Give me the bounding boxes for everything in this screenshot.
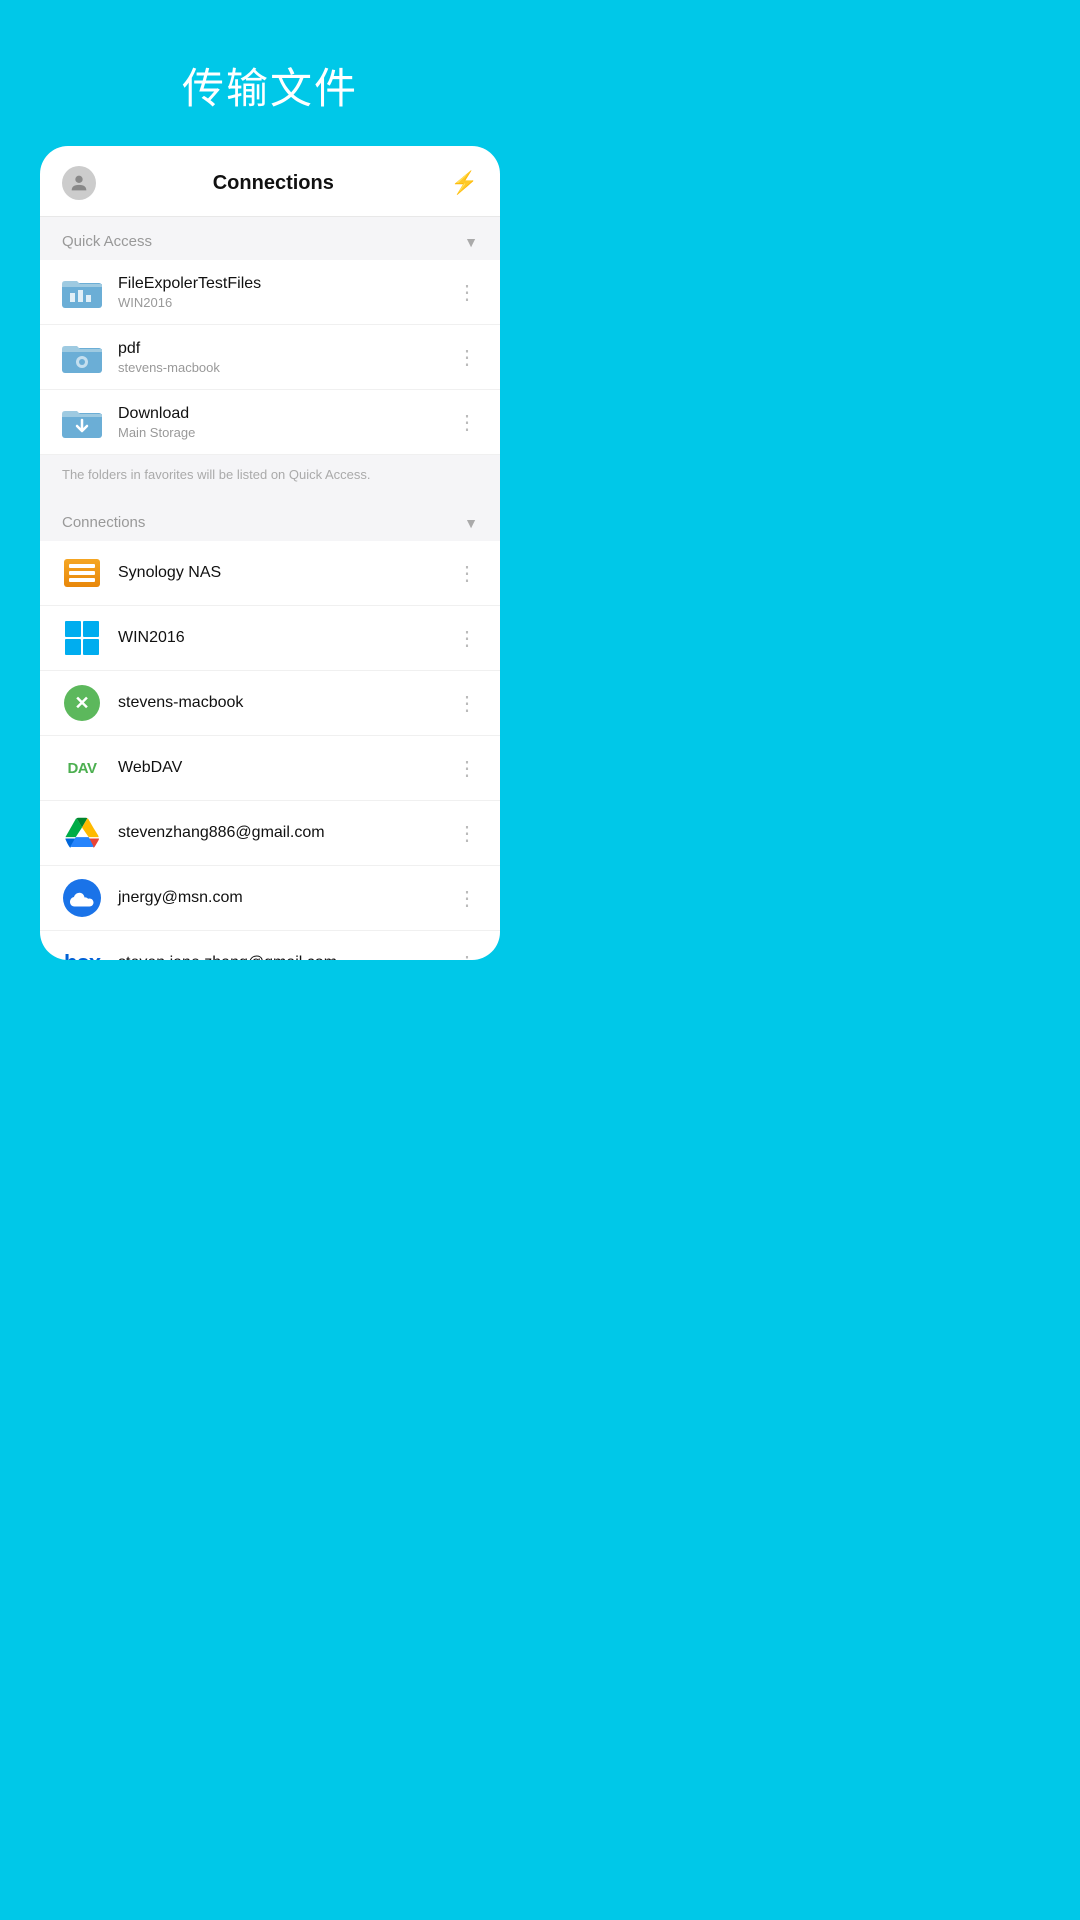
quick-access-item-0-sub: WIN2016	[118, 295, 449, 310]
avatar-icon[interactable]	[62, 166, 96, 200]
main-card: Connections ⚡ Quick Access ▼ FileExpoler…	[40, 146, 500, 960]
quick-access-item-2-sub: Main Storage	[118, 425, 449, 440]
connection-item-4-name: stevenzhang886@gmail.com	[118, 824, 449, 842]
quick-access-item-1-more[interactable]: ⋮	[449, 345, 478, 370]
quick-access-label: Quick Access	[62, 233, 152, 250]
quick-access-hint: The folders in favorites will be listed …	[40, 455, 500, 498]
connections-label: Connections	[62, 514, 145, 531]
connection-item-6-more[interactable]: ⋮	[449, 951, 478, 961]
lightning-icon[interactable]: ⚡	[451, 170, 478, 196]
connection-item-1-name: WIN2016	[118, 629, 449, 647]
box-icon: box	[62, 943, 102, 960]
connection-item-2-text: stevens-macbook	[118, 694, 449, 712]
connection-item-3-text: WebDAV	[118, 759, 449, 777]
connection-item-1-text: WIN2016	[118, 629, 449, 647]
quick-access-item-0-text: FileExpolerTestFiles WIN2016	[118, 275, 449, 310]
quick-access-item-1-name: pdf	[118, 340, 449, 358]
windows-icon	[62, 618, 102, 658]
connection-item-3-name: WebDAV	[118, 759, 449, 777]
mac-icon: ✕	[62, 683, 102, 723]
connection-item-5-more[interactable]: ⋮	[449, 886, 478, 911]
connection-item-0-text: Synology NAS	[118, 564, 449, 582]
connection-item-2-more[interactable]: ⋮	[449, 691, 478, 716]
connection-item-0[interactable]: Synology NAS ⋮	[40, 541, 500, 606]
connection-item-2-name: stevens-macbook	[118, 694, 449, 712]
connection-item-4-text: stevenzhang886@gmail.com	[118, 824, 449, 842]
connection-item-5-name: jnergy@msn.com	[118, 889, 449, 907]
header-title: Connections	[213, 172, 334, 195]
gdrive-icon	[62, 813, 102, 853]
connection-item-5-text: jnergy@msn.com	[118, 889, 449, 907]
quick-access-item-2-name: Download	[118, 405, 449, 423]
connection-item-3[interactable]: DAV WebDAV ⋮	[40, 736, 500, 801]
quick-access-item-2[interactable]: Download Main Storage ⋮	[40, 390, 500, 455]
connection-item-6[interactable]: box steven.jane.zhang@gmail.com ⋮	[40, 931, 500, 960]
quick-access-item-0-name: FileExpolerTestFiles	[118, 275, 449, 293]
connections-chevron: ▼	[464, 515, 478, 531]
connection-item-4-more[interactable]: ⋮	[449, 821, 478, 846]
connections-section-header[interactable]: Connections ▼	[40, 498, 500, 541]
connection-item-5[interactable]: jnergy@msn.com ⋮	[40, 866, 500, 931]
connection-item-1[interactable]: WIN2016 ⋮	[40, 606, 500, 671]
folder-chart-icon	[62, 272, 102, 312]
connection-item-2[interactable]: ✕ stevens-macbook ⋮	[40, 671, 500, 736]
quick-access-item-1[interactable]: pdf stevens-macbook ⋮	[40, 325, 500, 390]
webdav-icon: DAV	[62, 748, 102, 788]
connection-item-0-name: Synology NAS	[118, 564, 449, 582]
quick-access-item-1-text: pdf stevens-macbook	[118, 340, 449, 375]
quick-access-item-0-more[interactable]: ⋮	[449, 280, 478, 305]
quick-access-item-2-more[interactable]: ⋮	[449, 410, 478, 435]
connection-item-3-more[interactable]: ⋮	[449, 756, 478, 781]
folder-download-icon	[62, 402, 102, 442]
page-title: 传输文件	[182, 55, 358, 116]
quick-access-section-header[interactable]: Quick Access ▼	[40, 217, 500, 260]
connection-item-0-more[interactable]: ⋮	[449, 561, 478, 586]
card-header: Connections ⚡	[40, 146, 500, 217]
quick-access-item-1-sub: stevens-macbook	[118, 360, 449, 375]
connection-item-4[interactable]: stevenzhang886@gmail.com ⋮	[40, 801, 500, 866]
synology-icon	[62, 553, 102, 593]
connection-item-1-more[interactable]: ⋮	[449, 626, 478, 651]
connection-item-6-text: steven.jane.zhang@gmail.com	[118, 954, 449, 960]
folder-gear-icon	[62, 337, 102, 377]
quick-access-chevron: ▼	[464, 234, 478, 250]
quick-access-item-0[interactable]: FileExpolerTestFiles WIN2016 ⋮	[40, 260, 500, 325]
connection-item-6-name: steven.jane.zhang@gmail.com	[118, 954, 449, 960]
onedrive-icon	[62, 878, 102, 918]
quick-access-item-2-text: Download Main Storage	[118, 405, 449, 440]
